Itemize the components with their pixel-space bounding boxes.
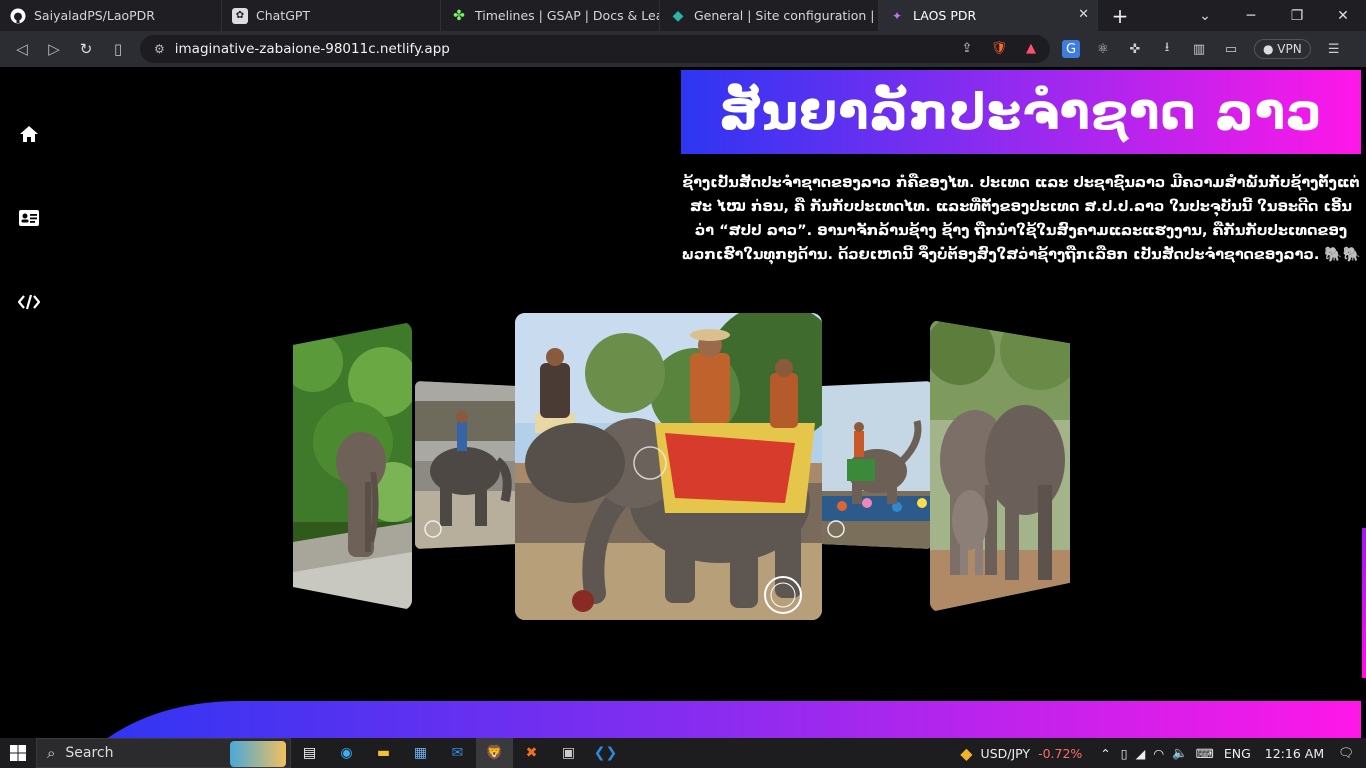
task-view-icon[interactable]: ▤ xyxy=(291,738,328,768)
home-icon[interactable] xyxy=(18,123,40,145)
ticker-change[interactable]: -0.72% xyxy=(1038,746,1082,761)
browser-tab-strip: SaiyaladPS/LaoPDR ✿ ChatGPT ✤ Timelines … xyxy=(0,0,1366,31)
new-tab-button[interactable]: + xyxy=(1098,0,1142,31)
tab-gsap[interactable]: ✤ Timelines | GSAP | Docs & Learning xyxy=(441,0,660,31)
keyboard-icon[interactable]: ⌨ xyxy=(1196,746,1214,761)
sidebar-icon[interactable]: ▥ xyxy=(1190,40,1208,58)
terminal-icon[interactable]: ▣ xyxy=(550,738,587,768)
network-icon[interactable]: ◢ xyxy=(1136,746,1146,761)
share-icon[interactable]: ⇪ xyxy=(958,39,976,57)
gsap-icon: ✤ xyxy=(453,7,465,24)
battery-icon[interactable]: ▯ xyxy=(1121,746,1128,761)
address-bar[interactable]: ⚙ imaginative-zabaione-98011c.netlify.ap… xyxy=(140,35,1050,63)
reload-button[interactable]: ↻ xyxy=(70,31,102,67)
extensions-icon[interactable]: ✜ xyxy=(1126,40,1144,58)
vscode-icon[interactable]: ❮❯ xyxy=(587,738,624,768)
brave-taskbar-icon[interactable]: 🦁 xyxy=(476,738,513,768)
scrollbar-thumb[interactable] xyxy=(1362,528,1366,678)
description-text: ຊ້າງເປັນສັດປະຈໍາຊາດຂອງລາວ ກໍຄືຂອງໄທ. ປະເ… xyxy=(681,175,1361,263)
search-icon: ⌕ xyxy=(47,744,56,762)
back-button[interactable]: ◁ xyxy=(6,31,38,67)
bookmark-button[interactable]: ▯ xyxy=(102,31,134,67)
close-icon[interactable]: ✕ xyxy=(1078,7,1089,22)
tab-title: ChatGPT xyxy=(256,8,311,23)
extensions-area: G ⚛ ✜ ⭳ ▥ ▭ ● VPN ☰ xyxy=(1062,31,1343,67)
restore-button[interactable]: ❐ xyxy=(1274,0,1320,31)
tab-laos-pdr[interactable]: ✦ LAOS PDR ✕ xyxy=(879,0,1098,31)
chatgpt-icon: ✿ xyxy=(232,7,248,24)
brave-rewards-icon[interactable]: ▲ xyxy=(1022,39,1040,57)
react-devtools-icon[interactable]: ⚛ xyxy=(1094,40,1112,58)
vpn-label: VPN xyxy=(1277,42,1302,56)
site-settings-icon[interactable]: ⚙ xyxy=(154,42,165,56)
search-label: Search xyxy=(65,745,114,761)
browser-toolbar: ◁ ▷ ↻ ▯ ⚙ imaginative-zabaione-98011c.ne… xyxy=(0,31,1366,67)
file-explorer-icon[interactable]: ▬ xyxy=(365,738,402,768)
notification-icon[interactable]: 🗨 xyxy=(1338,745,1354,761)
page-title: ສັນຍາລັກປະຈຳຊາດ ລາວ xyxy=(719,83,1323,141)
windows-start-button[interactable] xyxy=(0,738,36,768)
wifi-icon[interactable]: ◠ xyxy=(1153,746,1164,761)
carousel-image-elephant-herd[interactable] xyxy=(930,320,1070,612)
title-banner: ສັນຍາລັກປະຈຳຊາດ ລາວ xyxy=(681,70,1361,154)
ticker-icon: ◆ xyxy=(960,743,973,763)
ticker-symbol[interactable]: USD/JPY xyxy=(981,746,1031,761)
system-tray: ◆ USD/JPY -0.72% ⌃ ▯ ◢ ◠ 🔈 ⌨ ENG 12:16 A… xyxy=(960,738,1366,768)
tab-title: General | Site configuration | imag xyxy=(694,8,878,23)
window-controls: ⌄ ─ ❐ ✕ xyxy=(1182,0,1366,31)
code-icon[interactable] xyxy=(18,291,40,313)
laos-pdr-icon: ✦ xyxy=(891,8,903,23)
menu-icon[interactable]: ☰ xyxy=(1325,40,1343,58)
carousel-image-forest-elephant[interactable] xyxy=(293,322,412,610)
store-icon[interactable]: ▦ xyxy=(402,738,439,768)
carousel-image-elephant-rider[interactable] xyxy=(415,381,517,549)
github-icon xyxy=(10,8,26,24)
windows-taskbar: ⌕ Search ▤ ◉ ▬ ▦ ✉ 🦁 ✖ ▣ ❮❯ ◆ USD/JPY -0… xyxy=(0,738,1366,768)
id-card-icon[interactable] xyxy=(18,207,40,229)
xampp-icon[interactable]: ✖ xyxy=(513,738,550,768)
tab-title: LAOS PDR xyxy=(913,8,977,23)
search-highlight-image xyxy=(230,741,286,767)
tab-netlify[interactable]: ◆ General | Site configuration | imag xyxy=(660,0,879,31)
carousel-image-elephant-crowd[interactable] xyxy=(822,381,932,549)
taskbar-search-box[interactable]: ⌕ Search xyxy=(36,738,291,768)
edge-icon[interactable]: ◉ xyxy=(328,738,365,768)
netlify-icon: ◆ xyxy=(672,7,684,24)
tab-title: Timelines | GSAP | Docs & Learning xyxy=(475,8,659,23)
tab-github[interactable]: SaiyaladPS/LaoPDR xyxy=(0,0,222,31)
minimize-button[interactable]: ─ xyxy=(1228,0,1274,31)
url-text: imaginative-zabaione-98011c.netlify.app xyxy=(174,41,450,57)
close-window-button[interactable]: ✕ xyxy=(1320,0,1366,31)
tab-title: SaiyaladPS/LaoPDR xyxy=(34,8,155,23)
chevron-up-icon[interactable]: ⌃ xyxy=(1100,746,1110,761)
vpn-button[interactable]: ● VPN xyxy=(1254,39,1311,59)
language-indicator[interactable]: ENG xyxy=(1224,746,1251,761)
carousel-image-elephant-festival[interactable] xyxy=(515,313,822,620)
download-icon[interactable]: ⭳ xyxy=(1158,40,1176,58)
chevron-down-icon[interactable]: ⌄ xyxy=(1182,0,1228,31)
tab-chatgpt[interactable]: ✿ ChatGPT xyxy=(222,0,441,31)
wallet-icon[interactable]: ▭ xyxy=(1222,40,1240,58)
clock[interactable]: 12:16 AM xyxy=(1265,746,1324,761)
section-banner-bottom xyxy=(60,701,1361,738)
mail-icon[interactable]: ✉ xyxy=(439,738,476,768)
forward-button[interactable]: ▷ xyxy=(38,31,70,67)
volume-icon[interactable]: 🔈 xyxy=(1172,745,1188,761)
translate-icon[interactable]: G xyxy=(1062,40,1080,58)
brave-shields-icon[interactable]: 🛡 xyxy=(990,39,1008,57)
page-content: ສັນຍາລັກປະຈຳຊາດ ລາວ ຊ້າງເປັນສັດປະຈໍາຊາດຂ… xyxy=(0,67,1366,738)
